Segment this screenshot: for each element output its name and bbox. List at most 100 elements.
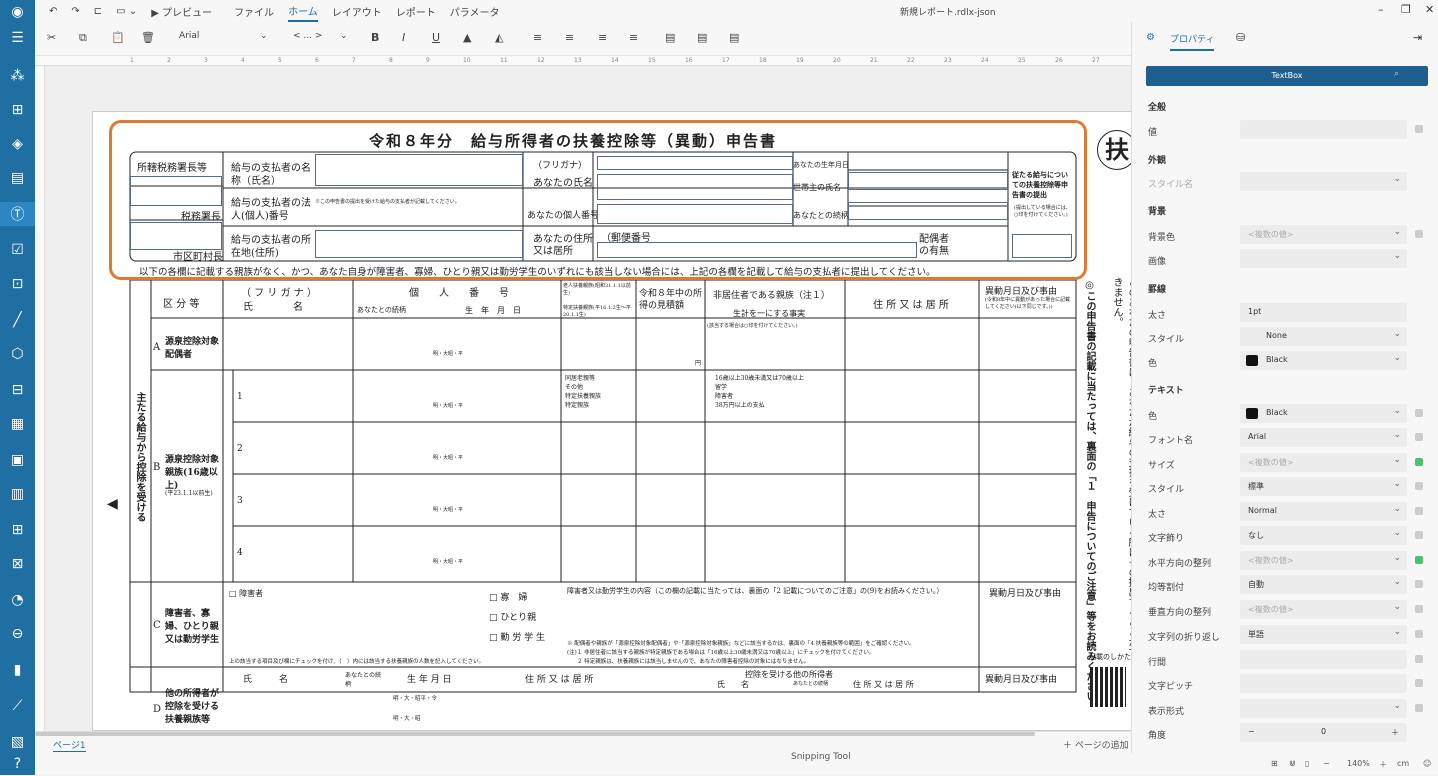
decoration-select[interactable]: なし ⌄ <box>1240 526 1407 545</box>
text-color-icon[interactable]: ▲ <box>463 31 471 44</box>
size-indicator[interactable] <box>1415 458 1423 466</box>
wrap-select[interactable]: 単語 ⌄ <box>1240 625 1407 644</box>
angle-minus-button[interactable]: − <box>1248 727 1255 736</box>
weight-select[interactable]: Normal ⌄ <box>1240 502 1407 521</box>
section-background[interactable]: 背景 <box>1148 204 1166 217</box>
nonres-opt-disabled[interactable]: 障害者 <box>715 392 804 401</box>
database-icon[interactable]: ⛁ <box>1236 31 1245 44</box>
underline-button[interactable]: U <box>432 31 440 44</box>
elder-opt-other[interactable]: その他 <box>565 383 601 392</box>
snap-icon[interactable]: ⋓ <box>1289 759 1296 768</box>
format-indicator[interactable] <box>1415 704 1423 712</box>
font-family-select[interactable]: Arial <box>179 31 199 41</box>
redo-icon[interactable]: ↷ <box>71 4 79 19</box>
tab-home[interactable]: ホーム <box>288 1 318 22</box>
bold-button[interactable]: B <box>371 31 379 44</box>
align-justify-icon[interactable]: ≡ <box>629 31 638 44</box>
layers-icon[interactable]: ◈ <box>0 132 35 156</box>
hamburger-menu-icon[interactable]: ☰ <box>0 26 35 50</box>
restore-icon[interactable]: ❐ <box>1401 3 1411 16</box>
checkbox-tool-icon[interactable]: ☑ <box>0 238 35 262</box>
angle-field[interactable]: −0 ＋ <box>1240 723 1407 742</box>
align-right-icon[interactable]: ≡ <box>598 31 607 44</box>
weight-indicator[interactable] <box>1415 507 1423 515</box>
unit-select[interactable]: cm <box>1397 759 1409 768</box>
nonres-opt-payment[interactable]: 38万円以上の支払 <box>715 401 804 410</box>
style-name-select[interactable]: ⌄ <box>1240 172 1407 191</box>
decoration-indicator[interactable] <box>1415 531 1423 539</box>
close-icon[interactable]: ✕ <box>1425 3 1434 16</box>
nonres-opt-age[interactable]: 16歳以上30歳未満又は70歳以上 <box>715 374 804 383</box>
subreport-tool-icon[interactable]: ▧ <box>0 730 35 754</box>
add-page-button[interactable]: ＋ ページの追加 <box>1063 738 1129 751</box>
tab-properties[interactable]: プロパティ <box>1170 32 1215 51</box>
ruler-icon[interactable]: ▯ <box>1305 759 1309 768</box>
line-height-field[interactable] <box>1240 650 1407 669</box>
zoom-in-button[interactable]: ＋ <box>1379 759 1387 770</box>
valign-middle-icon[interactable]: ▤ <box>697 31 707 44</box>
image-select[interactable]: ⌄ <box>1240 249 1407 268</box>
wrap-indicator[interactable] <box>1415 630 1423 638</box>
h-align-indicator[interactable] <box>1415 556 1423 564</box>
bg-color-indicator[interactable] <box>1415 230 1423 238</box>
data-icon[interactable]: ▤ <box>0 166 35 190</box>
open-icon[interactable]: ⊏ <box>94 4 102 19</box>
richtext-tool-icon[interactable]: ▦ <box>0 412 35 436</box>
font-style-indicator[interactable] <box>1415 482 1423 490</box>
line-tool-icon[interactable]: ╱ <box>0 308 35 332</box>
italic-button[interactable]: I <box>402 31 405 44</box>
design-canvas[interactable]: 令和８年分 給与所得者の扶養控除等（異動）申告書 所轄税務署長等 税務署長 市区… <box>45 66 1131 731</box>
zoom-out-button[interactable]: − <box>1323 759 1330 768</box>
section-text[interactable]: テキスト <box>1148 383 1184 396</box>
table-tool-icon[interactable]: ⊞ <box>0 518 35 542</box>
section-appearance[interactable]: 外観 <box>1148 153 1166 166</box>
border-width-field[interactable]: 1pt <box>1240 303 1407 322</box>
font-style-select[interactable]: 標準 ⌄ <box>1240 477 1407 496</box>
tablix-tool-icon[interactable]: ⊠ <box>0 552 35 576</box>
group-editor-icon[interactable]: ⊞ <box>0 98 35 122</box>
elder-opt-special[interactable]: 特定扶養親族 <box>565 392 601 401</box>
feedback-icon[interactable]: ☺ <box>1423 759 1431 768</box>
h-align-select[interactable]: <複数の値> ⌄ <box>1240 551 1407 570</box>
textbox-tool-icon[interactable]: Ⓣ <box>0 202 35 226</box>
font-name-indicator[interactable] <box>1415 433 1423 441</box>
nonres-opt-study[interactable]: 留学 <box>715 383 804 392</box>
font-size-dropdown-icon[interactable]: ⌄ <box>340 31 348 41</box>
help-icon[interactable]: ? <box>0 752 35 776</box>
v-align-select[interactable]: <複数の値> ⌄ <box>1240 600 1407 619</box>
grid-icon[interactable]: ⊞ <box>1271 759 1278 768</box>
font-size-select[interactable]: < ... > <box>293 31 322 41</box>
copy-icon[interactable]: ⧉ <box>79 31 87 45</box>
font-name-select[interactable]: Arial ⌄ <box>1240 428 1407 447</box>
elder-opt-same[interactable]: 同居老親等 <box>565 374 601 383</box>
save-icon[interactable]: ▭ ⌄ <box>116 4 137 19</box>
tab-parameters[interactable]: パラメータ <box>450 2 500 21</box>
element-name-field[interactable]: TextBox <box>1146 66 1428 86</box>
undo-icon[interactable]: ↶ <box>49 4 57 19</box>
zoom-level[interactable]: 140% <box>1347 759 1370 768</box>
list-tool-icon[interactable]: ▥ <box>0 482 35 506</box>
char-spacing-field[interactable] <box>1240 674 1407 693</box>
collapse-panel-icon[interactable]: ⇥ <box>1413 31 1422 44</box>
border-color-select[interactable]: Black ⌄ <box>1240 351 1407 370</box>
elder-opt-specific[interactable]: 特定親族 <box>565 401 601 410</box>
char-spacing-indicator[interactable] <box>1415 679 1423 687</box>
align-center-icon[interactable]: ≡ <box>565 31 574 44</box>
delete-icon[interactable]: 🗑 <box>141 31 155 44</box>
collapse-arrow-icon[interactable]: ◀ <box>107 496 118 512</box>
bg-color-icon[interactable]: ◭ <box>495 31 503 44</box>
section-general[interactable]: 全般 <box>1148 100 1166 113</box>
container-tool-icon[interactable]: ⊡ <box>0 272 35 296</box>
search-icon[interactable]: ⌕ <box>1394 69 1399 79</box>
text-color-indicator[interactable] <box>1415 409 1423 417</box>
line-height-indicator[interactable] <box>1415 655 1423 663</box>
page-tab-1[interactable]: ページ1 <box>53 738 86 752</box>
image-tool-icon[interactable]: ▣ <box>0 448 35 472</box>
bullet-tool-icon[interactable]: ⟋ <box>0 694 35 718</box>
chart-tool-icon[interactable]: ◔ <box>0 588 35 612</box>
justify-select[interactable]: 自動 ⌄ <box>1240 575 1407 594</box>
formatted-text-icon[interactable]: ⊟ <box>0 378 35 402</box>
minimize-icon[interactable]: – <box>1378 3 1384 16</box>
tab-file[interactable]: ファイル <box>234 2 274 21</box>
text-color-select[interactable]: Black ⌄ <box>1240 404 1407 423</box>
